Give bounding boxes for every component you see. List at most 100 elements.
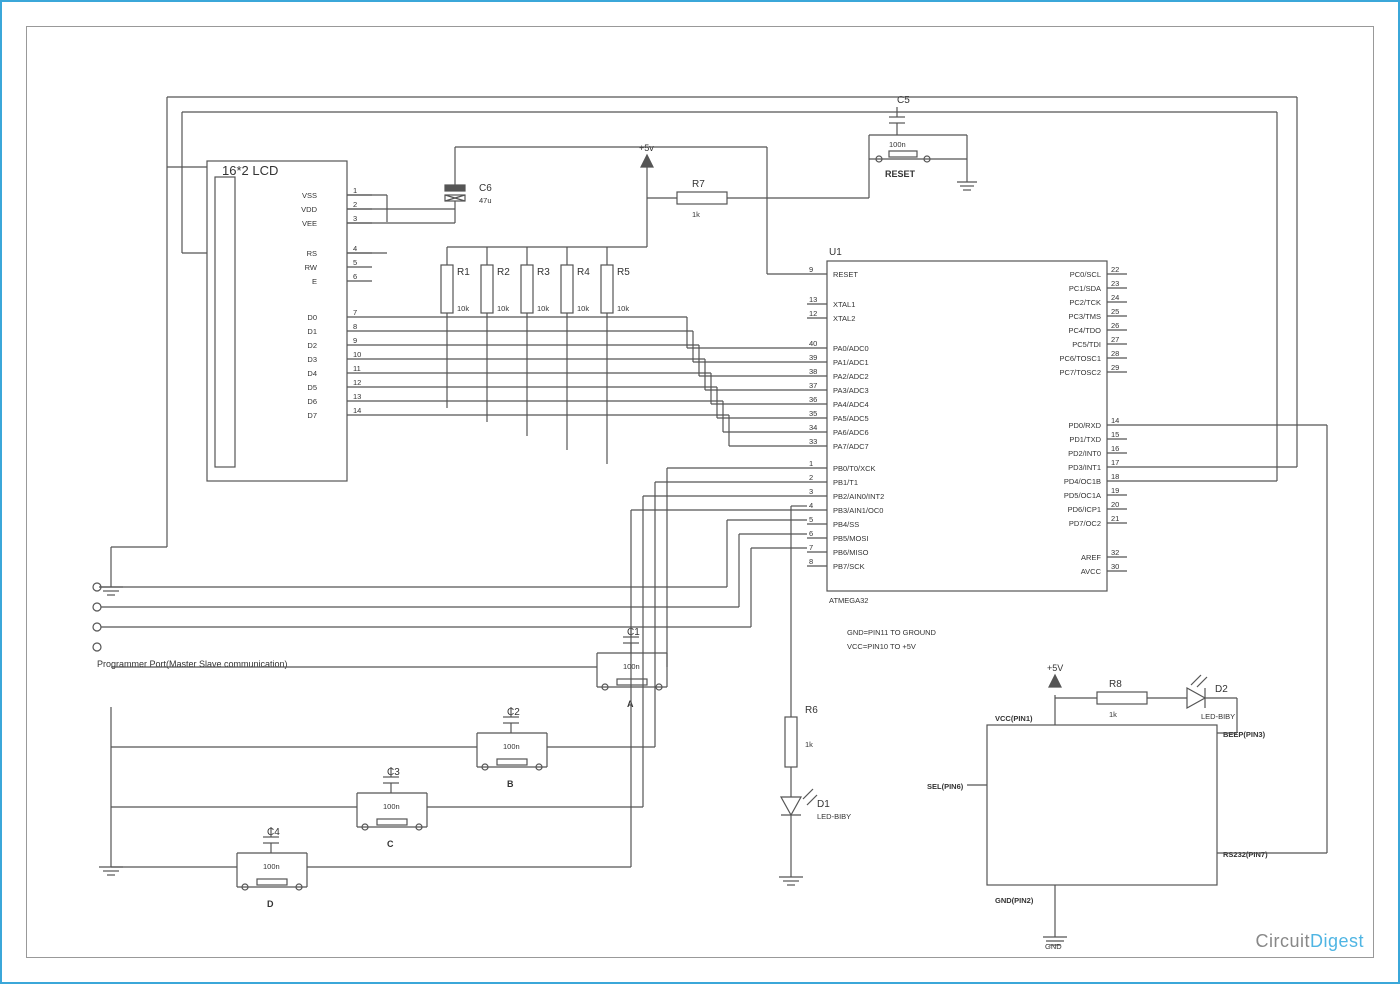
svg-text:8: 8 [809, 557, 813, 566]
svg-text:40: 40 [809, 339, 817, 348]
svg-text:1: 1 [353, 186, 357, 195]
svg-text:4: 4 [353, 244, 357, 253]
svg-text:26: 26 [1111, 321, 1119, 330]
svg-text:35: 35 [809, 409, 817, 418]
wires [99, 97, 1327, 875]
svg-text:12: 12 [353, 378, 361, 387]
svg-text:C3: C3 [387, 767, 400, 778]
svg-text:E: E [312, 277, 317, 286]
resistor-r8: R8 1k [1055, 679, 1187, 719]
svg-text:R2: R2 [497, 267, 510, 278]
svg-text:12: 12 [809, 309, 817, 318]
svg-text:PD5/OC1A: PD5/OC1A [1064, 491, 1101, 500]
svg-text:29: 29 [1111, 363, 1119, 372]
svg-text:AVCC: AVCC [1081, 567, 1102, 576]
svg-text:C: C [387, 839, 394, 849]
led-d1: D1 LED-BIBY [779, 767, 851, 885]
svg-text:1k: 1k [805, 740, 813, 749]
svg-text:3: 3 [353, 214, 357, 223]
svg-text:6: 6 [809, 529, 813, 538]
logo: CircuitDigest [1255, 931, 1364, 952]
svg-text:PB3/AIN1/OC0: PB3/AIN1/OC0 [833, 506, 883, 515]
svg-text:C6: C6 [479, 183, 492, 194]
svg-text:PB1/T1: PB1/T1 [833, 478, 858, 487]
note-gnd: GND=PIN11 TO GROUND [847, 628, 937, 637]
svg-text:13: 13 [353, 392, 361, 401]
svg-text:PD7/OC2: PD7/OC2 [1069, 519, 1101, 528]
svg-text:18: 18 [1111, 472, 1119, 481]
svg-text:36: 36 [809, 395, 817, 404]
note-vcc: VCC=PIN10 TO +5V [847, 642, 916, 651]
svg-text:GND(PIN2): GND(PIN2) [995, 896, 1034, 905]
svg-text:D2: D2 [1215, 684, 1228, 695]
svg-text:100n: 100n [383, 802, 400, 811]
svg-text:16: 16 [1111, 444, 1119, 453]
svg-text:PD0/RXD: PD0/RXD [1068, 421, 1101, 430]
resistor-r7: R7 1k [647, 179, 767, 219]
svg-text:VCC(PIN1): VCC(PIN1) [995, 714, 1033, 723]
svg-text:D7: D7 [307, 411, 317, 420]
svg-text:24: 24 [1111, 293, 1119, 302]
svg-text:8: 8 [353, 322, 357, 331]
svg-text:10k: 10k [577, 304, 589, 313]
svg-text:7: 7 [353, 308, 357, 317]
svg-text:C1: C1 [627, 627, 640, 638]
svg-text:LED-BIBY: LED-BIBY [817, 812, 851, 821]
svg-text:PD1/TXD: PD1/TXD [1069, 435, 1101, 444]
svg-text:ATMEGA32: ATMEGA32 [829, 596, 868, 605]
reset-button[interactable]: RESET [869, 151, 937, 179]
svg-text:100n: 100n [263, 862, 280, 871]
programmer-port: Programmer Port(Master Slave communicati… [93, 583, 288, 669]
reset-gnd [937, 135, 977, 190]
svg-text:PC3/TMS: PC3/TMS [1068, 312, 1101, 321]
svg-text:R7: R7 [692, 179, 705, 190]
gnd-left [99, 167, 167, 595]
led-d2: D2 LED-BIBY [1187, 675, 1237, 733]
svg-text:R5: R5 [617, 267, 630, 278]
svg-text:C2: C2 [507, 707, 520, 718]
svg-text:PA4/ADC4: PA4/ADC4 [833, 400, 869, 409]
svg-text:1k: 1k [1109, 710, 1117, 719]
mcu-u1: U1 ATMEGA32 9RESET13XTAL112XTAL240PA0/AD… [807, 247, 1127, 605]
svg-text:RS: RS [307, 249, 317, 258]
svg-text:PB4/SS: PB4/SS [833, 520, 859, 529]
svg-text:28: 28 [1111, 349, 1119, 358]
svg-text:PD4/OC1B: PD4/OC1B [1064, 477, 1101, 486]
svg-text:10k: 10k [497, 304, 509, 313]
svg-text:21: 21 [1111, 514, 1119, 523]
svg-text:C4: C4 [267, 827, 280, 838]
svg-text:VSS: VSS [302, 191, 317, 200]
svg-text:2: 2 [353, 200, 357, 209]
resistor-r6: R6 1k [785, 705, 818, 767]
svg-text:PC5/TDI: PC5/TDI [1072, 340, 1101, 349]
svg-text:PA0/ADC0: PA0/ADC0 [833, 344, 869, 353]
cap-c6: C6 47u [445, 147, 492, 222]
svg-text:PD6/ICP1: PD6/ICP1 [1068, 505, 1101, 514]
svg-text:100n: 100n [503, 742, 520, 751]
svg-text:47u: 47u [479, 196, 492, 205]
svg-text:PC6/TOSC1: PC6/TOSC1 [1059, 354, 1101, 363]
svg-text:3: 3 [809, 487, 813, 496]
svg-text:PB7/SCK: PB7/SCK [833, 562, 865, 571]
cap-c5: C5 100n [869, 95, 937, 149]
svg-text:23: 23 [1111, 279, 1119, 288]
svg-text:GND: GND [1045, 942, 1062, 951]
svg-text:PA6/ADC6: PA6/ADC6 [833, 428, 869, 437]
svg-text:VDD: VDD [301, 205, 317, 214]
svg-text:RW: RW [305, 263, 318, 272]
svg-text:D4: D4 [307, 369, 317, 378]
svg-text:PA2/ADC2: PA2/ADC2 [833, 372, 869, 381]
svg-text:D5: D5 [307, 383, 317, 392]
svg-text:R8: R8 [1109, 679, 1122, 690]
svg-text:+5v: +5v [639, 143, 654, 153]
svg-text:PA3/ADC3: PA3/ADC3 [833, 386, 869, 395]
svg-text:PB5/MOSI: PB5/MOSI [833, 534, 868, 543]
svg-text:PB6/MISO: PB6/MISO [833, 548, 869, 557]
svg-text:+5V: +5V [1047, 663, 1063, 673]
svg-text:10k: 10k [537, 304, 549, 313]
svg-text:PC1/SDA: PC1/SDA [1069, 284, 1101, 293]
svg-text:PC2/TCK: PC2/TCK [1069, 298, 1101, 307]
svg-text:D1: D1 [307, 327, 317, 336]
svg-text:PA1/ADC1: PA1/ADC1 [833, 358, 869, 367]
svg-text:VEE: VEE [302, 219, 317, 228]
